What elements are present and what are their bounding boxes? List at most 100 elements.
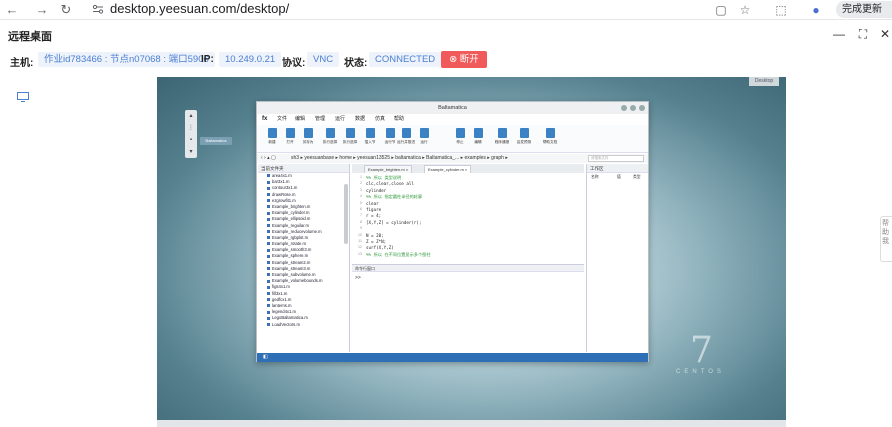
disconnect-button[interactable]: ⊗ 断开 <box>441 51 487 68</box>
vnc-side-panel[interactable]: ▴ ⋮ ▪ ▾ <box>185 110 197 158</box>
app-logo-icon: fx <box>262 116 268 122</box>
clipboard-icon[interactable]: ▢ <box>713 2 729 18</box>
workspace-column-header[interactable]: 值 <box>617 175 621 180</box>
ribbon-button[interactable]: 插入节 <box>361 127 379 151</box>
window-maximize-icon[interactable] <box>630 105 636 111</box>
ribbon-button[interactable]: 另存为 <box>299 127 317 151</box>
minimize-icon[interactable]: — <box>832 27 846 41</box>
workspace-column-header[interactable]: 名称 <box>591 175 599 180</box>
ribbon-button[interactable]: 打开 <box>281 127 299 151</box>
profile-icon[interactable]: ● <box>808 2 824 18</box>
current-folder-panel: 当前文件夹 area4x1.m bar3x1.m contour3x1.m drawR… <box>258 164 350 352</box>
menu-item[interactable]: 运行 <box>335 114 345 124</box>
ribbon-button-icon <box>401 128 411 138</box>
menu-item[interactable]: 文件 <box>277 114 287 124</box>
file-list-item[interactable]: LoadVectors.m <box>258 322 349 328</box>
workspace-panel: 工作区 名称 值 类型 <box>586 164 648 352</box>
vnc-panel-down-icon[interactable]: ▾ <box>185 146 197 158</box>
line-number: 8 <box>360 219 362 224</box>
path-nav-icon[interactable]: ‹ › ▴ ▢ <box>261 154 276 163</box>
ribbon-button[interactable]: 编辑 <box>469 127 487 151</box>
ribbon-button-icon <box>473 128 483 138</box>
code-line[interactable]: %% 所以 指定圆柱半径的轮廓 <box>366 194 422 200</box>
window-close-icon[interactable] <box>639 105 645 111</box>
status-badge: CONNECTED <box>369 52 442 67</box>
line-number: 13 <box>358 251 362 256</box>
line-number: 6 <box>360 207 362 211</box>
side-helper-tab[interactable]: 帮助我 <box>880 216 892 262</box>
ribbon-button[interactable]: 运行 <box>415 127 433 151</box>
ribbon-button-icon <box>519 128 529 138</box>
menu-item[interactable]: 管理 <box>315 114 325 124</box>
menu-item[interactable]: 帮助 <box>394 114 404 124</box>
desktop-shortcut[interactable]: Baltamatica <box>200 137 232 145</box>
bookmark-star-icon[interactable]: ☆ <box>737 2 753 18</box>
os-logo-text: CENTOS <box>676 369 725 375</box>
line-number: 7 <box>360 213 362 218</box>
extensions-icon[interactable]: ⬚ <box>773 2 789 18</box>
menu-item[interactable]: 编辑 <box>295 114 305 124</box>
ribbon-button-icon <box>303 128 313 138</box>
remote-corner-label: Desktop <box>749 77 779 86</box>
code-line[interactable]: %% 所以 在不同位置显示多个图柱 <box>366 252 431 258</box>
editor-tabs: Example_brighten.m × Example_cylinder.m × <box>352 164 584 173</box>
vnc-panel-up-icon[interactable]: ▴ <box>185 110 197 122</box>
site-info-icon[interactable] <box>92 3 104 15</box>
ribbon-button-icon <box>385 128 395 138</box>
update-button[interactable]: 完成更新 <box>836 1 892 18</box>
code-line[interactable]: Z = Z*N; <box>366 239 386 244</box>
code-line[interactable]: cylinder <box>366 188 386 193</box>
window-minimize-icon[interactable] <box>621 105 627 111</box>
menu-item[interactable]: 仿真 <box>375 114 385 124</box>
ribbon-button[interactable]: 新建 <box>263 127 281 151</box>
ribbon-button-label: 运行 <box>420 140 428 144</box>
menu-item[interactable]: 数据 <box>355 114 365 124</box>
code-line[interactable]: clear <box>366 201 379 206</box>
code-line[interactable]: N = 20; <box>366 233 384 238</box>
ribbon-button[interactable]: 启发预测 <box>515 127 533 151</box>
ribbon-button-label: 另存为 <box>302 140 314 144</box>
forward-icon[interactable]: → <box>34 2 50 18</box>
file-search-input[interactable]: 请搜索文件 <box>588 155 644 162</box>
current-folder-title: 当前文件夹 <box>258 164 349 173</box>
ip-label: IP: <box>201 54 214 65</box>
monitor-icon[interactable] <box>17 92 29 102</box>
workspace-title: 工作区 <box>587 164 648 173</box>
code-line[interactable]: [X,Y,Z] = cylinder(r); <box>366 220 421 225</box>
code-line[interactable]: surf(X,Y,Z) <box>366 245 394 250</box>
fullscreen-icon[interactable]: ⛶ <box>856 27 870 41</box>
ribbon-button[interactable]: 帮助文档 <box>541 127 559 151</box>
ribbon-button[interactable]: 运行并推进 <box>397 127 415 151</box>
address-bar[interactable]: desktop.yeesuan.com/desktop/ <box>110 1 289 17</box>
ribbon-button-label: 新建 <box>268 140 276 144</box>
close-icon[interactable]: ✕ <box>878 27 892 41</box>
ribbon-button-label: 打开 <box>286 140 294 144</box>
ribbon-button[interactable]: 执行选择 <box>341 127 359 151</box>
back-icon[interactable]: ← <box>4 2 20 18</box>
ribbon-button-label: 停止 <box>456 140 464 144</box>
page-title: 远程桌面 <box>8 31 52 43</box>
command-prompt[interactable]: >> <box>355 275 361 281</box>
editor-area: Example_brighten.m × Example_cylinder.m ×… <box>352 164 584 352</box>
code-line[interactable]: clc,clear,close all <box>366 181 414 186</box>
status-bar: ◧ <box>257 353 648 362</box>
ribbon-button-icon <box>455 128 465 138</box>
reload-icon[interactable]: ↻ <box>58 2 74 18</box>
ribbon-button[interactable]: 停止 <box>451 127 469 151</box>
ribbon-button[interactable]: 执行选择 <box>321 127 339 151</box>
ribbon-button[interactable]: 程序通报 <box>493 127 511 151</box>
code-line[interactable]: %% 所以 类型说明 <box>366 175 401 181</box>
code-line[interactable]: r = 4; <box>366 213 381 218</box>
file-list-scrollbar[interactable] <box>344 184 348 244</box>
ribbon-button-label: 插入节 <box>364 140 376 144</box>
vnc-panel-mode-icon[interactable]: ▪ <box>185 134 197 146</box>
path-text: sh3 ▸ yeesuanbase ▸ home ▸ yeesuan13525 … <box>291 155 508 161</box>
baltamatica-window[interactable]: Baltamatica 文件 编辑 管理 运行 数据 仿真 帮助 fx 新建 打开 另存为 执行选择… <box>256 101 649 362</box>
code-editor[interactable]: 1 %% 所以 类型说明 2 clc,clear,close all 3 cylinder… <box>352 173 584 263</box>
ribbon-toolbar: 新建 打开 另存为 执行选择 执行选择 插入节 运行节 运行并推进 运行 停止 编辑 程序通报 启发预测… <box>257 125 648 153</box>
code-line[interactable]: figure <box>366 207 381 212</box>
vnc-panel-drag-icon[interactable]: ⋮ <box>185 122 197 134</box>
workspace-column-header[interactable]: 类型 <box>633 175 641 180</box>
editor-tab[interactable]: Example_brighten.m × <box>364 165 413 173</box>
editor-tab[interactable]: Example_cylinder.m × <box>424 165 472 173</box>
